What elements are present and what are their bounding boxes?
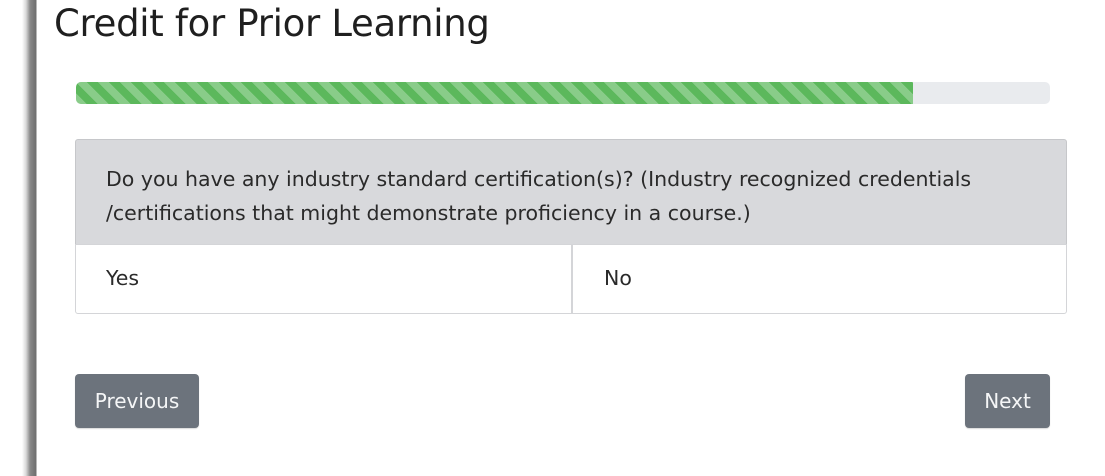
option-no[interactable]: No: [572, 244, 1067, 314]
page-title: Credit for Prior Learning: [54, 2, 490, 45]
option-yes-label: Yes: [106, 266, 140, 290]
progress-bar-fill: [76, 82, 913, 104]
survey-page: Credit for Prior Learning Do you have an…: [0, 0, 1105, 476]
option-no-label: No: [604, 266, 632, 290]
question-card: Do you have any industry standard certif…: [75, 139, 1067, 316]
question-header: Do you have any industry standard certif…: [75, 139, 1067, 245]
previous-button[interactable]: Previous: [75, 374, 199, 428]
option-yes[interactable]: Yes: [75, 244, 572, 314]
window-edge-shadow: [0, 0, 38, 476]
progress-bar: [76, 82, 1050, 104]
question-text-line-1: Do you have any industry standard certif…: [106, 167, 972, 191]
question-text: Do you have any industry standard certif…: [106, 162, 1006, 230]
next-button[interactable]: Next: [965, 374, 1050, 428]
question-text-line-2: /certifications that might demonstrate p…: [106, 201, 751, 225]
